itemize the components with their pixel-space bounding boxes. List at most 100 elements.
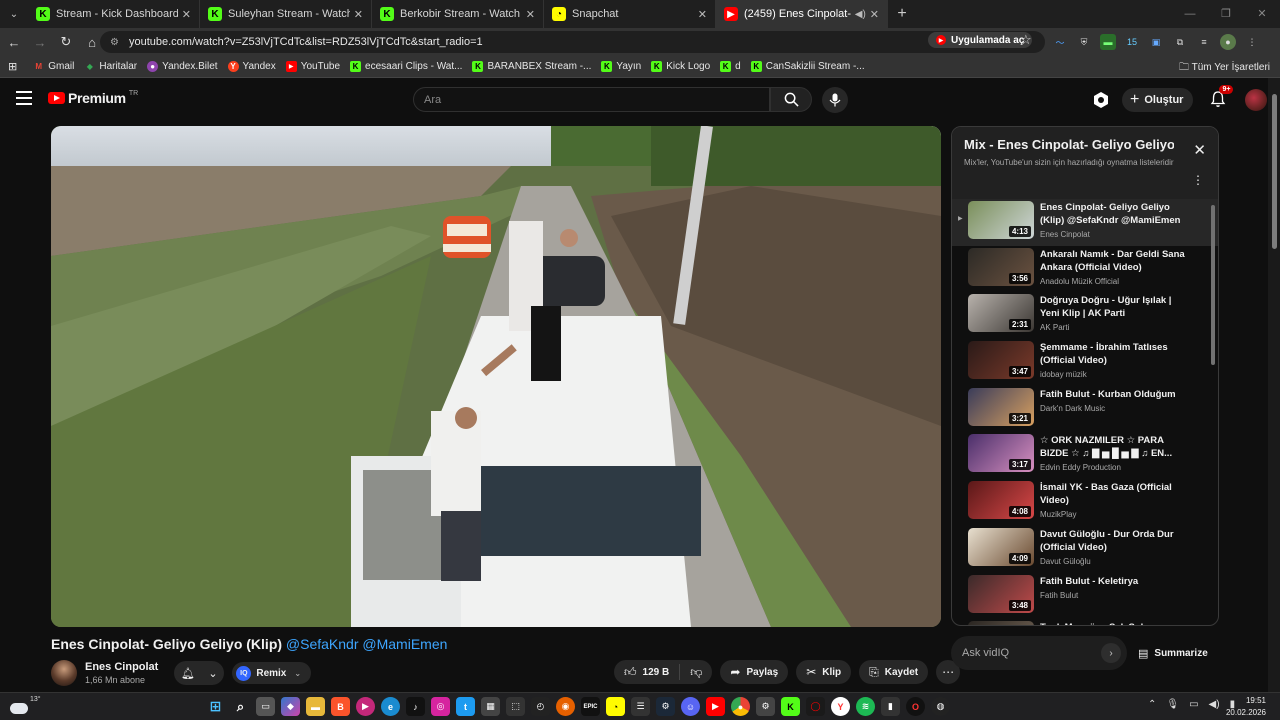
extension-green-icon[interactable]: ▬ (1100, 34, 1116, 50)
spotify-icon[interactable]: ≋ (856, 697, 875, 716)
network-icon[interactable]: ▭ (1189, 699, 1198, 710)
reading-list-icon[interactable]: ≡ (1196, 34, 1212, 50)
opera-gx-icon[interactable]: ◯ (806, 697, 825, 716)
bookmark-ecesaari[interactable]: Kecesaari Clips - Wat... (350, 61, 462, 72)
video-thumbnail[interactable]: 4:13 (968, 201, 1034, 239)
close-icon[interactable]: ✕ (1193, 141, 1206, 159)
video-player[interactable] (51, 126, 941, 627)
close-icon[interactable]: ✕ (526, 8, 535, 21)
opera-icon[interactable]: O (906, 697, 925, 716)
playlist-item[interactable]: 4:08 İsmail YK - Bas Gaza (Official Video… (952, 479, 1218, 526)
bookmark-kick-logo[interactable]: K Kick Logo (651, 61, 710, 72)
channel-avatar[interactable] (51, 660, 77, 686)
extension-shield-icon[interactable]: ⛨ (1076, 34, 1092, 50)
video-thumbnail[interactable]: 3:21 (968, 387, 1034, 426)
tab-suleyhan-stream[interactable]: K Suleyhan Stream - Watch Live o ✕ (200, 0, 372, 28)
firefox-icon[interactable]: ◉ (556, 697, 575, 716)
playlist-item[interactable]: 3:56 Ankaralı Namık - Dar Geldi Sana Anka… (952, 246, 1218, 293)
bookmark-d[interactable]: Kd (720, 61, 741, 72)
playlist-item[interactable]: 3:17 ☆ ORK NAZMILER ☆ PARA BIZDE ☆ ♫ ▇ ▅ … (952, 432, 1218, 479)
close-icon[interactable]: ✕ (354, 8, 363, 21)
app-icon[interactable]: ☰ (631, 697, 650, 716)
file-explorer-icon[interactable]: ▬ (306, 697, 325, 716)
close-icon[interactable]: ✕ (182, 8, 191, 21)
playlist-item[interactable]: 3:48 Fatih Bulut - Keletirya Fatih Bulut (952, 573, 1218, 620)
video-thumbnail[interactable]: 3:17 (968, 434, 1034, 473)
search-button[interactable] (770, 87, 812, 112)
video-thumbnail[interactable]: 3:56 (968, 247, 1034, 286)
playlist-item[interactable]: 4:09 Davut Güloğlu - Dur Orda Dur (Offici… (952, 526, 1218, 573)
chevron-up-icon[interactable]: ⌃ (1148, 699, 1156, 710)
snapchat-icon[interactable]: ◔ (606, 697, 625, 716)
minimize-icon[interactable]: — (1172, 0, 1208, 28)
subscription-bell-button[interactable]: 🔔︎ ⌄ (174, 661, 225, 685)
video-thumbnail[interactable]: 2:31 (968, 294, 1034, 333)
extension-screen-icon[interactable]: ▣ (1148, 34, 1164, 50)
steam-icon[interactable]: ⚙ (656, 697, 675, 716)
brave-icon[interactable]: B (331, 697, 350, 716)
channel-name[interactable]: Enes Cinpolat (85, 661, 158, 673)
screen-capture-icon[interactable]: ⬚ (506, 697, 525, 716)
playlist-item[interactable]: Tarık Mengüç - Şak Şuka (952, 619, 1218, 625)
close-window-icon[interactable]: ✕ (1244, 0, 1280, 28)
notifications-button[interactable]: 9+ (1209, 85, 1234, 110)
video-title-mentions[interactable]: @SefaKndr @MamiEmen (286, 636, 447, 652)
account-avatar[interactable] (1245, 89, 1268, 111)
playlist-item[interactable]: 3:21 Fatih Bulut - Kurban Olduğum Dark'n D… (952, 386, 1218, 433)
menu-dots-icon[interactable]: ⋮ (1244, 34, 1260, 50)
youtube-icon[interactable]: ▶ (706, 697, 725, 716)
yandex-browser-icon[interactable]: Y (831, 697, 850, 716)
extension-counter-icon[interactable]: 15 (1124, 34, 1140, 50)
volume-icon[interactable]: ◀) (1209, 699, 1220, 710)
apps-grid-icon[interactable]: ⊞ (8, 60, 17, 73)
tab-snapchat[interactable]: ◔ Snapchat ✕ (544, 0, 716, 28)
open-in-app-button[interactable]: ▶ Uygulamada aç (928, 32, 1033, 48)
windows-start-icon[interactable]: ⊞ (206, 697, 225, 716)
video-thumbnail[interactable] (968, 621, 1034, 625)
close-icon[interactable]: ✕ (698, 8, 707, 21)
voice-search-button[interactable] (822, 87, 848, 113)
more-vert-icon[interactable]: ⋮ (1192, 173, 1204, 187)
search-icon[interactable]: ⌕ (231, 697, 250, 716)
create-button[interactable]: + Oluştur (1122, 88, 1194, 112)
vidiq-icon[interactable] (1092, 91, 1110, 109)
playlist-item[interactable]: 2:31 Doğruya Doğru - Uğur Işılak | Yeni K… (952, 292, 1218, 339)
scrollbar-thumb[interactable] (1272, 94, 1277, 249)
forward-button[interactable]: → (28, 30, 52, 54)
kick-app-icon[interactable]: K (781, 697, 800, 716)
restore-icon[interactable]: ❐ (1208, 0, 1244, 28)
remix-button[interactable]: IQ Remix ⌄ (232, 662, 312, 684)
playlist-item[interactable]: ▶ 4:13 Enes Cinpolat- Geliyo Geliyo (Klip)… (952, 199, 1218, 246)
weather-widget[interactable]: 13° (10, 696, 41, 714)
playlist-item[interactable]: 3:47 Şemmame - İbrahim Tatlıses (Official… (952, 339, 1218, 386)
microphone-icon[interactable]: 🎙︎ (1166, 699, 1179, 710)
discord-icon[interactable]: ☺ (681, 697, 700, 716)
like-button[interactable]: 👍︎ 129 B (614, 664, 681, 680)
media-player-icon[interactable]: ▶ (356, 697, 375, 716)
bookmark-gmail[interactable]: M Gmail (33, 61, 74, 72)
tiktok-icon[interactable]: ♪ (406, 697, 425, 716)
video-thumbnail[interactable]: 4:09 (968, 527, 1034, 566)
clock[interactable]: 19:51 20.02.2026 (1226, 695, 1266, 719)
calendar-icon[interactable]: ▦ (481, 697, 500, 716)
search-input[interactable]: Ara (413, 87, 770, 112)
summarize-button[interactable]: ▤ Summarize (1138, 647, 1208, 660)
copilot-icon[interactable]: ◆ (281, 697, 300, 716)
all-bookmarks-folder[interactable]: 🗀 Tüm Yer İşaretleri (1179, 60, 1270, 77)
tab-search-chevron-icon[interactable]: ⌄ (0, 0, 28, 28)
playlist-title[interactable]: Mix - Enes Cinpolat- Geliyo Geliyo... (964, 137, 1174, 152)
tab-berkobir-stream[interactable]: K Berkobir Stream - Watch Live o ✕ (372, 0, 544, 28)
bookmark-yandex-bilet[interactable]: ● Yandex.Bilet (147, 61, 218, 72)
bookmark-cansakizlii[interactable]: K CanSakizlii Stream -... (750, 61, 865, 72)
reload-button[interactable]: ↻ (54, 30, 78, 54)
chrome-icon[interactable]: ● (731, 697, 750, 716)
menu-hamburger-icon[interactable] (16, 91, 32, 109)
obs-icon[interactable]: ◍ (931, 697, 950, 716)
share-button[interactable]: ➦ Paylaş (720, 660, 789, 684)
new-tab-button[interactable]: + (888, 5, 916, 23)
video-thumbnail[interactable]: 3:47 (968, 341, 1034, 380)
youtube-logo[interactable]: Premium TR (48, 90, 138, 106)
task-view-icon[interactable]: ▭ (256, 697, 275, 716)
chevron-right-icon[interactable]: › (1101, 643, 1121, 663)
bookmark-haritalar[interactable]: ◆ Haritalar (84, 61, 137, 72)
